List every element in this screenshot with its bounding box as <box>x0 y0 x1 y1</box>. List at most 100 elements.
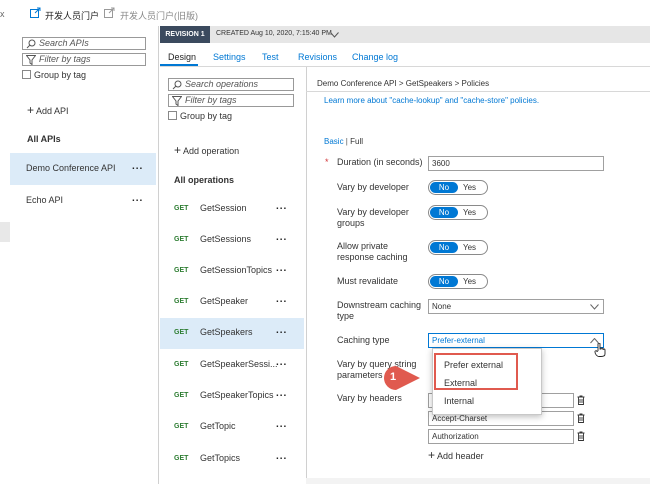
tab-revisions[interactable]: Revisions <box>298 52 337 62</box>
search-apis-placeholder: Search APIs <box>39 38 89 48</box>
downstream-caching-select[interactable]: None <box>428 299 604 314</box>
external-link-icon-legacy <box>104 7 115 20</box>
highlight-box <box>434 353 518 390</box>
allow-private-caching-toggle[interactable]: No Yes <box>428 240 488 255</box>
more-options-icon[interactable]: ... <box>276 263 287 274</box>
more-options-icon[interactable]: ... <box>276 388 287 399</box>
more-options-icon[interactable]: ... <box>132 193 143 204</box>
duration-input[interactable]: 3600 <box>428 156 604 171</box>
operation-item[interactable]: GET GetTopics ... <box>160 444 304 475</box>
mode-full-link[interactable]: Full <box>350 137 363 146</box>
tab-test[interactable]: Test <box>262 52 279 62</box>
more-options-icon[interactable]: ... <box>276 451 287 462</box>
chevron-down-icon[interactable] <box>330 30 339 40</box>
http-method-badge: GET <box>174 423 189 430</box>
breadcrumb: Demo Conference API > GetSpeakers > Poli… <box>317 79 490 88</box>
developer-portal-link[interactable]: 开发人员门户 <box>45 9 99 22</box>
operation-name: GetSpeaker <box>200 296 249 306</box>
group-by-tag-label: Group by tag <box>180 111 233 121</box>
close-icon[interactable]: x <box>0 9 5 19</box>
toggle-no: No <box>430 207 458 218</box>
caching-type-select[interactable]: Prefer-external <box>428 333 604 348</box>
api-item-echo[interactable]: Echo API ... <box>10 185 156 217</box>
must-revalidate-label: Must revalidate <box>337 276 399 286</box>
filter-apis-input[interactable]: Filter by tags <box>22 53 146 66</box>
caching-type-value: Prefer-external <box>432 336 485 345</box>
operation-item[interactable]: GET GetSpeakerSessi... ... <box>160 350 304 381</box>
more-options-icon[interactable]: ... <box>276 357 287 368</box>
operation-item[interactable]: GET GetSpeakerTopics ... <box>160 381 304 412</box>
add-operation-button[interactable]: + Add operation <box>174 143 239 157</box>
group-by-tag-checkbox[interactable] <box>168 111 177 120</box>
more-options-icon[interactable]: ... <box>132 161 143 172</box>
toggle-yes: Yes <box>463 208 477 217</box>
operation-name: GetSpeakerTopics <box>200 390 274 400</box>
must-revalidate-toggle[interactable]: No Yes <box>428 274 488 289</box>
all-apis-heading: All APIs <box>27 134 61 144</box>
search-icon <box>26 39 36 49</box>
trash-icon[interactable] <box>577 413 585 423</box>
operation-name: GetSpeakerSessi... <box>200 359 278 369</box>
scrollbar-track[interactable] <box>306 478 650 484</box>
more-options-icon[interactable]: ... <box>276 201 287 212</box>
all-operations-heading: All operations <box>174 175 235 185</box>
http-method-badge: GET <box>174 205 189 212</box>
vary-by-developer-label: Vary by developer <box>337 182 409 192</box>
operation-name: GetSessionTopics <box>200 265 273 275</box>
group-by-tag-label: Group by tag <box>34 70 87 80</box>
group-by-tag-apis[interactable]: Group by tag <box>22 70 86 80</box>
operation-item-selected[interactable]: GET GetSpeakers ... <box>160 318 304 349</box>
collapsed-pane-handle[interactable] <box>0 222 10 242</box>
http-method-badge: GET <box>174 455 189 462</box>
operation-item[interactable]: GET GetSessions ... <box>160 225 304 256</box>
search-operations-input[interactable]: Search operations <box>168 78 294 91</box>
header-input[interactable]: Authorization <box>428 429 574 444</box>
group-by-tag-operations[interactable]: Group by tag <box>168 111 232 121</box>
tab-settings[interactable]: Settings <box>213 52 246 62</box>
search-apis-input[interactable]: Search APIs <box>22 37 146 50</box>
revision-badge: REVISION 1 <box>160 26 210 43</box>
toggle-no: No <box>430 242 458 253</box>
tab-design[interactable]: Design <box>168 52 196 62</box>
operation-item[interactable]: GET GetTopic ... <box>160 412 304 443</box>
downstream-caching-label: Downstream caching type <box>337 300 422 321</box>
callout-marker: 1 <box>383 365 421 391</box>
dropdown-option-internal[interactable]: Internal <box>444 396 474 406</box>
caching-type-label: Caching type <box>337 335 390 345</box>
api-item-demo-conference[interactable]: Demo Conference API ... <box>10 153 156 185</box>
group-by-tag-checkbox[interactable] <box>22 70 31 79</box>
trash-icon[interactable] <box>577 395 585 405</box>
mode-basic-link[interactable]: Basic <box>324 137 344 146</box>
http-method-badge: GET <box>174 392 189 399</box>
add-header-label: Add header <box>437 451 484 461</box>
revision-bar: REVISION 1 CREATED Aug 10, 2020, 7:15:40… <box>160 26 650 43</box>
trash-icon[interactable] <box>577 431 585 441</box>
tab-change-log[interactable]: Change log <box>352 52 398 62</box>
filter-operations-placeholder: Filter by tags <box>185 95 237 105</box>
sidebar-divider <box>158 26 159 484</box>
more-options-icon[interactable]: ... <box>276 232 287 243</box>
mode-separator: | <box>345 137 348 146</box>
filter-icon <box>26 55 36 65</box>
add-api-button[interactable]: + Add API <box>27 103 69 117</box>
toggle-no: No <box>430 276 458 287</box>
operations-divider <box>306 67 307 484</box>
operation-item[interactable]: GET GetSession ... <box>160 194 304 225</box>
vary-by-developer-toggle[interactable]: No Yes <box>428 180 488 195</box>
more-options-icon[interactable]: ... <box>276 294 287 305</box>
more-options-icon[interactable]: ... <box>276 419 287 430</box>
operation-item[interactable]: GET GetSpeaker ... <box>160 287 304 318</box>
learn-more-link[interactable]: Learn more about "cache-lookup" and "cac… <box>324 96 539 105</box>
filter-operations-input[interactable]: Filter by tags <box>168 94 294 107</box>
chevron-down-icon <box>590 304 599 310</box>
add-header-button[interactable]: + Add header <box>428 448 484 462</box>
allow-private-caching-label: Allow private response caching <box>337 241 408 262</box>
more-options-icon[interactable]: ... <box>276 325 287 336</box>
callout-number: 1 <box>390 371 397 383</box>
operation-item[interactable]: GET GetSessionTopics ... <box>160 256 304 287</box>
duration-label: Duration (in seconds) <box>337 157 423 167</box>
tab-divider <box>160 66 650 67</box>
vary-by-groups-toggle[interactable]: No Yes <box>428 205 488 220</box>
http-method-badge: GET <box>174 329 189 336</box>
legacy-portal-link[interactable]: 开发人员门户(旧版) <box>120 9 198 22</box>
